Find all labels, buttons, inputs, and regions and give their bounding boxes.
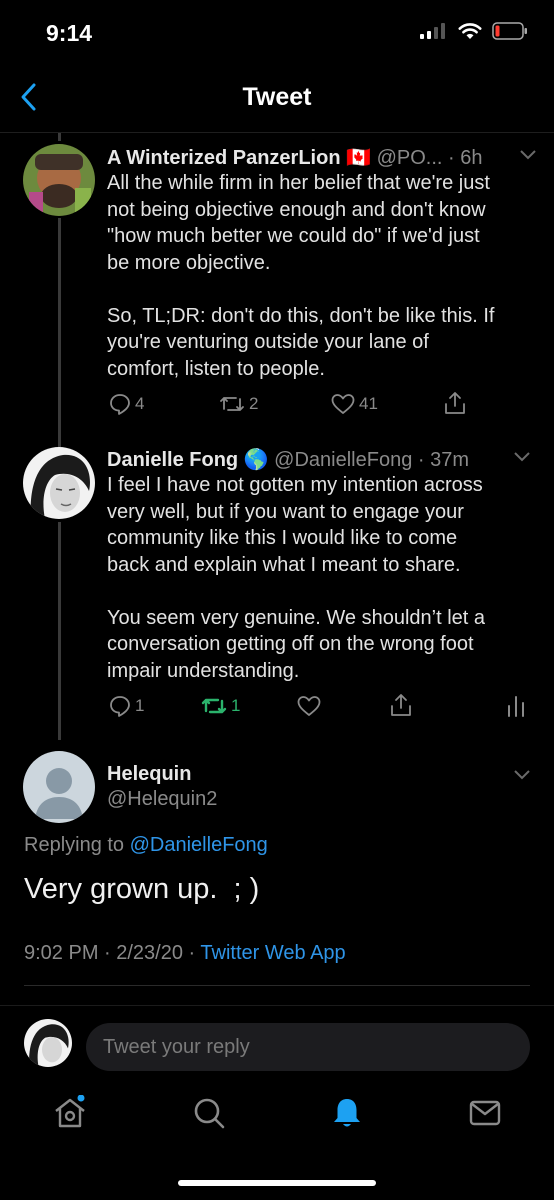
thread-line bbox=[58, 133, 61, 141]
tweet-source[interactable]: Twitter Web App bbox=[200, 942, 345, 964]
avatar-image bbox=[24, 1019, 72, 1067]
tweet-line: impair understanding. bbox=[107, 659, 300, 682]
divider bbox=[24, 985, 530, 986]
retweet-button-active[interactable]: 1 bbox=[200, 694, 240, 718]
user-handle[interactable]: @Helequin2 bbox=[107, 788, 217, 811]
heart-icon bbox=[331, 394, 355, 414]
retweet-count: 1 bbox=[231, 696, 241, 715]
replying-to-label: Replying to bbox=[24, 834, 125, 856]
reply-count: 1 bbox=[135, 696, 145, 715]
share-icon bbox=[445, 392, 465, 414]
chevron-down-icon[interactable] bbox=[512, 448, 532, 464]
home-icon bbox=[55, 1094, 85, 1128]
like-button[interactable] bbox=[296, 694, 322, 718]
thread-line bbox=[58, 218, 61, 447]
tab-search[interactable] bbox=[191, 1095, 227, 1136]
reply-icon bbox=[110, 696, 130, 717]
home-indicator bbox=[178, 1180, 376, 1186]
tweet-line: very well, but if you want to engage you… bbox=[107, 500, 464, 523]
retweet-count: 2 bbox=[249, 394, 259, 413]
like-count: 41 bbox=[359, 394, 378, 413]
display-name[interactable]: Danielle Fong bbox=[107, 449, 238, 471]
heart-icon bbox=[297, 696, 321, 716]
reply-button[interactable]: 4 bbox=[108, 392, 144, 416]
own-avatar bbox=[24, 1019, 72, 1067]
status-time: 9:14 bbox=[46, 20, 93, 46]
chevron-down-icon[interactable] bbox=[518, 146, 538, 162]
tweet-line: community like this I would like to come bbox=[107, 527, 458, 549]
mail-icon bbox=[469, 1100, 501, 1126]
tweet-line: be more objective. bbox=[107, 251, 271, 274]
display-name[interactable]: Helequin bbox=[107, 763, 191, 786]
tab-notifications[interactable] bbox=[329, 1095, 365, 1136]
tweet-time: · 6h bbox=[448, 147, 483, 169]
tweet-line: conversation getting off on the wrong fo… bbox=[107, 633, 474, 655]
globe-emoji: 🌎 bbox=[243, 449, 269, 471]
page-title: Tweet bbox=[242, 83, 312, 111]
tab-messages[interactable] bbox=[467, 1095, 503, 1136]
status-icons bbox=[420, 22, 528, 40]
share-button[interactable] bbox=[443, 390, 467, 416]
reply-icon bbox=[110, 394, 130, 415]
tweet-datetime: 9:02 PM · 2/23/20 · bbox=[24, 942, 196, 964]
tweet-text: Very grown up. ; ) bbox=[24, 873, 260, 905]
analytics-button[interactable] bbox=[505, 694, 527, 718]
user-handle[interactable]: @DanielleFong bbox=[274, 449, 412, 471]
avatar[interactable] bbox=[23, 144, 95, 216]
chevron-down-icon[interactable] bbox=[512, 766, 532, 782]
reply-count: 4 bbox=[135, 394, 145, 413]
reply-button[interactable]: 1 bbox=[108, 694, 144, 718]
flag-emoji: 🇨🇦 bbox=[346, 147, 372, 169]
reply-input[interactable]: Tweet your reply bbox=[86, 1023, 530, 1071]
default-avatar[interactable] bbox=[23, 751, 95, 823]
share-button[interactable] bbox=[389, 692, 413, 718]
tweet-line-blank bbox=[107, 276, 547, 303]
battery-low-icon bbox=[492, 22, 527, 40]
share-icon bbox=[391, 694, 411, 716]
display-name[interactable]: A Winterized PanzerLion bbox=[107, 147, 341, 169]
tweet-line: So, TL;DR: don't do this, don't be like … bbox=[107, 304, 495, 327]
avatar-image bbox=[23, 144, 95, 216]
tweet-time: · 37m bbox=[417, 449, 469, 471]
thread-line bbox=[58, 522, 61, 740]
retweet-icon bbox=[201, 698, 227, 714]
tweet-header: A Winterized PanzerLion 🇨🇦 @PO... · 6h bbox=[107, 145, 482, 170]
default-profile-icon bbox=[35, 768, 83, 819]
bell-icon bbox=[334, 1099, 360, 1127]
tweet-meta: 9:02 PM · 2/23/20 · Twitter Web App bbox=[24, 942, 346, 965]
tweet-line: you're venturing outside your lane of bbox=[107, 331, 429, 353]
tweet-line: You seem very genuine. We shouldn’t let … bbox=[107, 606, 486, 629]
like-button[interactable]: 41 bbox=[330, 392, 378, 416]
tab-home[interactable] bbox=[52, 1094, 88, 1136]
retweet-icon bbox=[220, 397, 244, 411]
compose-bar: Tweet your reply bbox=[0, 1005, 554, 1076]
tweet-header: Danielle Fong 🌎 @DanielleFong · 37m bbox=[107, 447, 469, 472]
search-icon bbox=[194, 1098, 225, 1129]
user-handle[interactable]: @PO... bbox=[377, 147, 443, 169]
tweet-line: comfort, listen to people. bbox=[107, 357, 325, 380]
tweet-line: not being objective enough and don't kno… bbox=[107, 198, 486, 221]
retweet-button[interactable]: 2 bbox=[218, 392, 258, 416]
replying-to: Replying to @DanielleFong bbox=[24, 834, 268, 857]
analytics-icon bbox=[508, 696, 524, 717]
tweet-text: All the while firm in her belief that we… bbox=[107, 170, 547, 382]
tweet-line: back and explain what I meant to share. bbox=[107, 553, 461, 576]
header: Tweet bbox=[0, 60, 554, 133]
avatar-image bbox=[23, 447, 95, 519]
avatar[interactable] bbox=[23, 447, 95, 519]
wifi-icon bbox=[458, 22, 482, 39]
tweet-line: I feel I have not gotten my intention ac… bbox=[107, 474, 483, 496]
cellular-signal-icon bbox=[420, 23, 445, 39]
tweet-text: I feel I have not gotten my intention ac… bbox=[107, 472, 547, 684]
tweet-line: All the while firm in her belief that we… bbox=[107, 172, 490, 194]
tweet-line-blank bbox=[107, 578, 547, 605]
replying-to-handle[interactable]: @DanielleFong bbox=[130, 834, 268, 856]
tweet-line: "how much better we could do" if we'd ju… bbox=[107, 225, 480, 247]
